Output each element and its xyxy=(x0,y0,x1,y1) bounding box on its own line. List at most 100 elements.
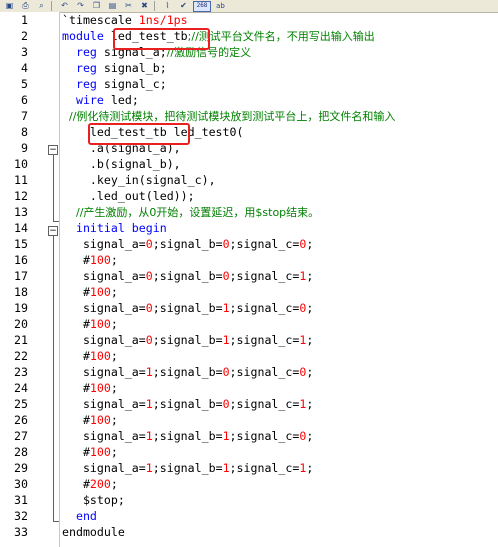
undo-icon[interactable]: ↶ xyxy=(58,1,71,11)
code-line[interactable]: 21 signal_a=0;signal_b=1;signal_c=1; xyxy=(0,332,498,348)
code-line[interactable]: 2 module led_test_tb;//测试平台文件名，不用写出输入输出 xyxy=(0,28,498,44)
number-token: 1 xyxy=(145,397,153,411)
code-token: # xyxy=(62,477,90,491)
code-line[interactable]: 31 $stop; xyxy=(0,492,498,508)
code-line[interactable]: 15 signal_a=0;signal_b=0;signal_c=0; xyxy=(0,236,498,252)
code-line[interactable]: 26 #100; xyxy=(0,412,498,428)
print-icon[interactable]: ⎙ xyxy=(19,1,32,11)
code-line[interactable]: 30 #200; xyxy=(0,476,498,492)
code-token: ;signal_b= xyxy=(152,429,223,443)
code-line[interactable]: 14 initial begin xyxy=(0,220,498,236)
code-token: ; xyxy=(306,333,314,347)
comment-token: //例化待测试模块，把待测试模块放到测试平台上，把文件名和输入 xyxy=(62,110,396,123)
number-token: 0 xyxy=(222,237,230,251)
code-text: $stop; xyxy=(62,492,125,508)
number-token: 0 xyxy=(222,365,230,379)
keyword-token: wire xyxy=(62,93,111,107)
code-line[interactable]: 24 #100; xyxy=(0,380,498,396)
save-icon[interactable]: ▣ xyxy=(3,1,16,11)
number-token: 1 xyxy=(145,429,153,443)
code-line[interactable]: 18 #100; xyxy=(0,284,498,300)
code-line[interactable]: 11 .key_in(signal_c), xyxy=(0,172,498,188)
code-token: ; xyxy=(306,269,314,283)
line-number: 22 xyxy=(14,349,28,363)
code-token: signal_a= xyxy=(62,429,146,443)
keyword-token: initial begin xyxy=(62,221,167,235)
code-line[interactable]: 32 end xyxy=(0,508,498,524)
code-line[interactable]: 17 signal_a=0;signal_b=0;signal_c=1; xyxy=(0,268,498,284)
cut-icon[interactable]: ✂ xyxy=(122,1,135,11)
line-number: 16 xyxy=(14,253,28,267)
keyword-token: reg xyxy=(62,45,104,59)
code-token: # xyxy=(62,317,90,331)
code-text: initial begin xyxy=(62,220,167,236)
code-line[interactable]: 6 wire led; xyxy=(0,92,498,108)
code-text: wire led; xyxy=(62,92,139,108)
number-token: 0 xyxy=(145,269,153,283)
code-line[interactable]: 8 led_test_tb led_test0( xyxy=(0,124,498,140)
code-token: ; xyxy=(110,413,118,427)
number-token: 1 xyxy=(222,301,230,315)
line-number: 21 xyxy=(14,333,28,347)
paste-icon[interactable]: ▤ xyxy=(106,1,119,11)
code-token: led; xyxy=(110,93,139,107)
code-text: #100; xyxy=(62,316,118,332)
line-count-badge[interactable]: 268 xyxy=(193,0,211,12)
code-line[interactable]: 16 #100; xyxy=(0,252,498,268)
code-text: #100; xyxy=(62,444,118,460)
word-wrap-button[interactable]: ab xyxy=(214,1,227,11)
copy-icon[interactable]: ❐ xyxy=(90,1,103,11)
code-text: .key_in(signal_c), xyxy=(62,172,216,188)
line-number: 15 xyxy=(14,237,28,251)
line-number: 1 xyxy=(21,13,28,27)
check-icon[interactable]: ✔ xyxy=(177,1,190,11)
paperclip-icon[interactable]: ⌇ xyxy=(161,1,174,11)
code-text: #200; xyxy=(62,476,118,492)
fold-collapse-icon[interactable]: − xyxy=(48,226,58,236)
code-token: signal_a= xyxy=(62,301,146,315)
fold-collapse-icon[interactable]: − xyxy=(48,145,58,155)
line-number: 9 xyxy=(21,141,28,155)
code-line[interactable]: 27 signal_a=1;signal_b=1;signal_c=0; xyxy=(0,428,498,444)
code-line[interactable]: 25 signal_a=1;signal_b=0;signal_c=1; xyxy=(0,396,498,412)
code-token: signal_a= xyxy=(62,333,146,347)
code-token: ; xyxy=(306,461,314,475)
code-line[interactable]: 7 //例化待测试模块，把待测试模块放到测试平台上，把文件名和输入 xyxy=(0,108,498,124)
code-text: .b(signal_b), xyxy=(62,156,181,172)
code-line[interactable]: 10 .b(signal_b), xyxy=(0,156,498,172)
number-token: 1 xyxy=(145,461,153,475)
number-token: 0 xyxy=(145,333,153,347)
redo-icon[interactable]: ↷ xyxy=(74,1,87,11)
line-number: 5 xyxy=(21,77,28,91)
code-line[interactable]: 9 .a(signal_a), xyxy=(0,140,498,156)
code-text: endmodule xyxy=(62,524,125,540)
number-token: 200 xyxy=(89,477,111,491)
code-line[interactable]: 1 `timescale 1ns/1ps xyxy=(0,12,498,28)
fold-guide-line xyxy=(53,236,54,521)
number-token: 100 xyxy=(89,413,111,427)
code-text: signal_a=1;signal_b=0;signal_c=0; xyxy=(62,364,313,380)
code-token: ;signal_c= xyxy=(229,429,300,443)
code-line[interactable]: 29 signal_a=1;signal_b=1;signal_c=1; xyxy=(0,460,498,476)
code-token: # xyxy=(62,253,90,267)
code-token: signal_a= xyxy=(62,237,146,251)
code-line[interactable]: 23 signal_a=1;signal_b=0;signal_c=0; xyxy=(0,364,498,380)
code-text: signal_a=0;signal_b=0;signal_c=1; xyxy=(62,268,313,284)
code-token: ; xyxy=(306,365,314,379)
code-text: signal_a=1;signal_b=1;signal_c=0; xyxy=(62,428,313,444)
code-line[interactable]: 19 signal_a=0;signal_b=1;signal_c=0; xyxy=(0,300,498,316)
code-line[interactable]: 22 #100; xyxy=(0,348,498,364)
line-number: 13 xyxy=(14,205,28,219)
find-icon[interactable]: ⌕ xyxy=(35,1,48,11)
code-line[interactable]: 20 #100; xyxy=(0,316,498,332)
code-text: module led_test_tb;//测试平台文件名，不用写出输入输出 xyxy=(62,28,375,45)
code-line[interactable]: 13 //产生激励，从0开始，设置延迟，用$stop结束。 xyxy=(0,204,498,220)
code-line[interactable]: 3 reg signal_a;//激励信号的定义 xyxy=(0,44,498,60)
code-line[interactable]: 33 endmodule xyxy=(0,524,498,540)
code-line[interactable]: 5 reg signal_c; xyxy=(0,76,498,92)
code-line[interactable]: 4 reg signal_b; xyxy=(0,60,498,76)
code-line[interactable]: 28 #100; xyxy=(0,444,498,460)
code-line[interactable]: 12 .led_out(led)); xyxy=(0,188,498,204)
delete-icon[interactable]: ✖ xyxy=(138,1,151,11)
highlight-box-module-name xyxy=(113,28,210,50)
